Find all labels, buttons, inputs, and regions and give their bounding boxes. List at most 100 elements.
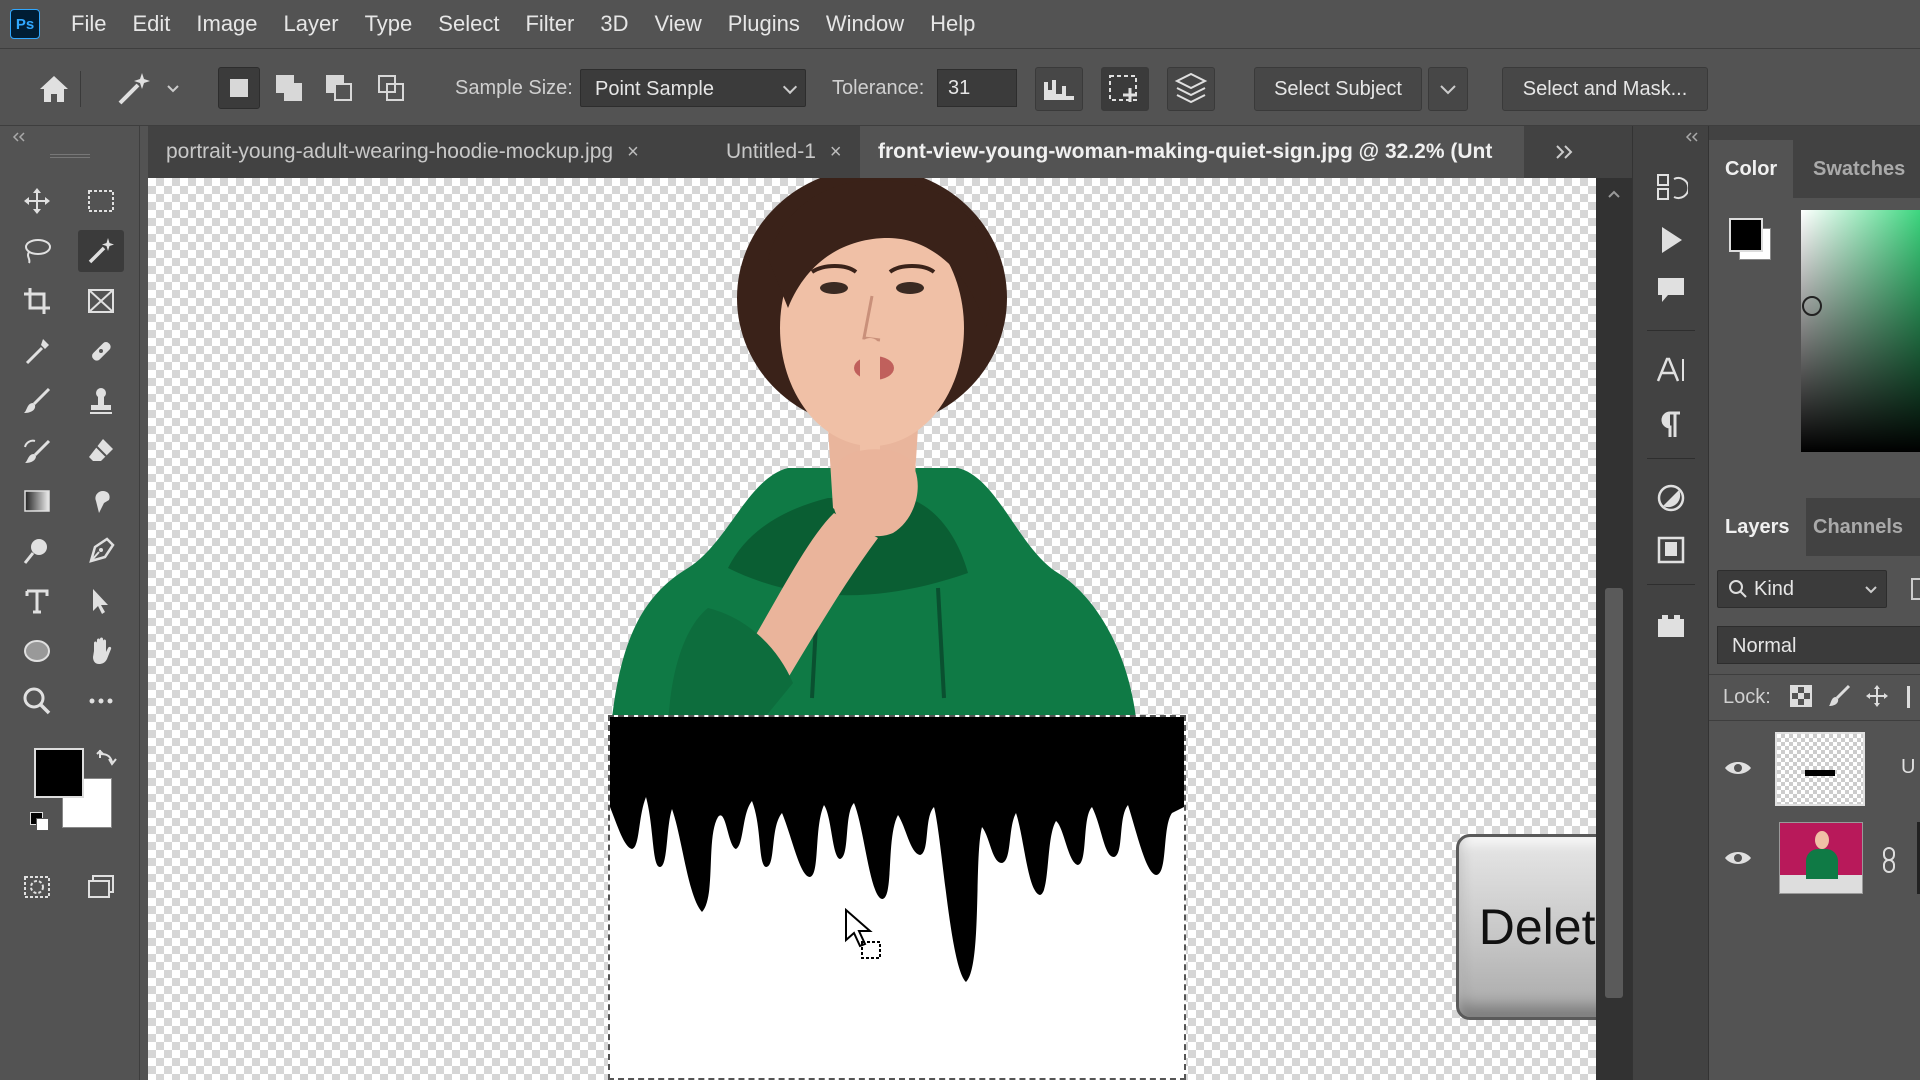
layer-row-drip[interactable]: U bbox=[1709, 726, 1920, 812]
zoom-tool[interactable] bbox=[14, 680, 60, 722]
color-field[interactable] bbox=[1801, 210, 1920, 452]
more-tabs-button[interactable] bbox=[1524, 126, 1604, 178]
dodge-tool[interactable] bbox=[14, 530, 60, 572]
history-panel-button[interactable] bbox=[1649, 166, 1693, 210]
lock-pixels-button[interactable] bbox=[1827, 684, 1851, 713]
type-tool[interactable] bbox=[14, 580, 60, 622]
move-tool[interactable] bbox=[14, 180, 60, 222]
tab-channels[interactable]: Channels bbox=[1797, 498, 1919, 556]
document-canvas[interactable]: Delete bbox=[148, 178, 1632, 1080]
lock-artboard-button[interactable] bbox=[1907, 686, 1920, 708]
foreground-color-swatch[interactable] bbox=[1729, 218, 1763, 252]
add-to-selection-button[interactable] bbox=[268, 67, 310, 109]
quick-mask-button[interactable] bbox=[14, 866, 60, 908]
edit-toolbar-button[interactable] bbox=[78, 680, 124, 722]
link-icon[interactable] bbox=[1881, 846, 1897, 874]
hand-tool[interactable] bbox=[78, 630, 124, 672]
tab-swatches[interactable]: Swatches bbox=[1797, 140, 1920, 198]
select-and-mask-button[interactable]: Select and Mask... bbox=[1502, 67, 1708, 111]
menu-window[interactable]: Window bbox=[813, 0, 917, 48]
vertical-scrollbar[interactable] bbox=[1596, 178, 1632, 1080]
tab-layers[interactable]: Layers bbox=[1709, 498, 1806, 556]
crop-tool[interactable] bbox=[14, 280, 60, 322]
swap-colors-icon[interactable] bbox=[96, 746, 120, 775]
screen-mode-button[interactable] bbox=[78, 866, 124, 908]
tool-preset-picker[interactable] bbox=[112, 67, 184, 111]
marquee-tool[interactable] bbox=[78, 180, 124, 222]
layer-thumbnail[interactable] bbox=[1775, 732, 1865, 806]
color-picker-handle[interactable] bbox=[1802, 296, 1822, 316]
new-selection-button[interactable] bbox=[218, 67, 260, 109]
pen-tool[interactable] bbox=[78, 530, 124, 572]
filter-toggle-icon[interactable] bbox=[1911, 578, 1920, 600]
intersect-selection-button[interactable] bbox=[370, 67, 412, 109]
menu-3d[interactable]: 3D bbox=[587, 0, 641, 48]
ellipse-tool[interactable] bbox=[14, 630, 60, 672]
smudge-tool[interactable] bbox=[78, 480, 124, 522]
default-colors-icon[interactable] bbox=[30, 812, 50, 832]
comment-icon bbox=[1658, 278, 1684, 302]
eraser-tool[interactable] bbox=[78, 430, 124, 472]
frame-tool[interactable] bbox=[78, 280, 124, 322]
magic-wand-tool[interactable] bbox=[78, 230, 124, 272]
layer-thumbnail[interactable] bbox=[1779, 822, 1863, 894]
libraries-panel-button[interactable] bbox=[1649, 528, 1693, 572]
menu-view[interactable]: View bbox=[641, 0, 714, 48]
close-icon[interactable]: × bbox=[627, 141, 639, 164]
select-subject-dropdown[interactable] bbox=[1428, 67, 1468, 111]
menu-help[interactable]: Help bbox=[917, 0, 988, 48]
adjustments-panel-button[interactable] bbox=[1649, 476, 1693, 520]
chevron-down-icon bbox=[167, 85, 179, 93]
lasso-tool[interactable] bbox=[14, 230, 60, 272]
brush-tool[interactable] bbox=[14, 380, 60, 422]
select-subject-button[interactable]: Select Subject bbox=[1254, 67, 1422, 111]
paragraph-panel-button[interactable] bbox=[1649, 402, 1693, 446]
character-panel-button[interactable] bbox=[1649, 348, 1693, 392]
eye-icon[interactable] bbox=[1723, 758, 1753, 778]
layer-filter-dropdown[interactable]: Kind bbox=[1717, 570, 1887, 608]
collapse-icon[interactable] bbox=[10, 130, 28, 149]
path-selection-tool[interactable] bbox=[78, 580, 124, 622]
spot-healing-tool[interactable] bbox=[78, 330, 124, 372]
eye-icon[interactable] bbox=[1723, 848, 1753, 868]
menu-edit[interactable]: Edit bbox=[119, 0, 183, 48]
canvas-area[interactable]: Delete bbox=[148, 178, 1632, 1080]
scroll-up-icon[interactable] bbox=[1606, 188, 1622, 200]
menu-select[interactable]: Select bbox=[425, 0, 512, 48]
tolerance-input[interactable]: 31 bbox=[937, 69, 1017, 107]
menu-filter[interactable]: Filter bbox=[512, 0, 587, 48]
tab-front-view-woman[interactable]: front-view-young-woman-making-quiet-sign… bbox=[860, 126, 1524, 178]
menu-type[interactable]: Type bbox=[352, 0, 426, 48]
comments-panel-button[interactable] bbox=[1649, 268, 1693, 312]
tab-untitled-1[interactable]: Untitled-1 × bbox=[708, 126, 860, 178]
layer-comps-panel-button[interactable] bbox=[1649, 604, 1693, 648]
lock-position-button[interactable] bbox=[1865, 684, 1889, 713]
collapse-icon[interactable] bbox=[1683, 130, 1701, 149]
gradient-tool[interactable] bbox=[14, 480, 60, 522]
sample-all-layers-button[interactable] bbox=[1167, 67, 1215, 111]
lock-transparency-button[interactable] bbox=[1789, 684, 1813, 713]
menu-file[interactable]: File bbox=[58, 0, 119, 48]
sample-size-dropdown[interactable]: Point Sample bbox=[580, 69, 806, 107]
contiguous-button[interactable] bbox=[1101, 67, 1149, 111]
actions-panel-button[interactable] bbox=[1649, 218, 1693, 262]
eyedropper-tool[interactable] bbox=[14, 330, 60, 372]
scrollbar-thumb[interactable] bbox=[1605, 588, 1623, 998]
home-button[interactable] bbox=[34, 69, 74, 109]
layer-row-photo[interactable] bbox=[1709, 818, 1920, 898]
toolbar-grip[interactable] bbox=[50, 154, 90, 158]
subtract-from-selection-button[interactable] bbox=[318, 67, 360, 109]
menu-plugins[interactable]: Plugins bbox=[715, 0, 813, 48]
clone-stamp-tool[interactable] bbox=[78, 380, 124, 422]
menu-image[interactable]: Image bbox=[183, 0, 270, 48]
foreground-color-swatch[interactable] bbox=[34, 748, 84, 798]
anti-alias-button[interactable] bbox=[1035, 67, 1083, 111]
blend-mode-dropdown[interactable]: Normal bbox=[1717, 626, 1920, 664]
tab-portrait-hoodie[interactable]: portrait-young-adult-wearing-hoodie-mock… bbox=[148, 126, 708, 178]
menu-layer[interactable]: Layer bbox=[271, 0, 352, 48]
adjustments-icon bbox=[1657, 484, 1685, 512]
close-icon[interactable]: × bbox=[830, 141, 842, 164]
history-brush-tool[interactable] bbox=[14, 430, 60, 472]
drip-layer-selection[interactable] bbox=[608, 715, 1186, 1080]
tab-color[interactable]: Color bbox=[1709, 140, 1794, 198]
